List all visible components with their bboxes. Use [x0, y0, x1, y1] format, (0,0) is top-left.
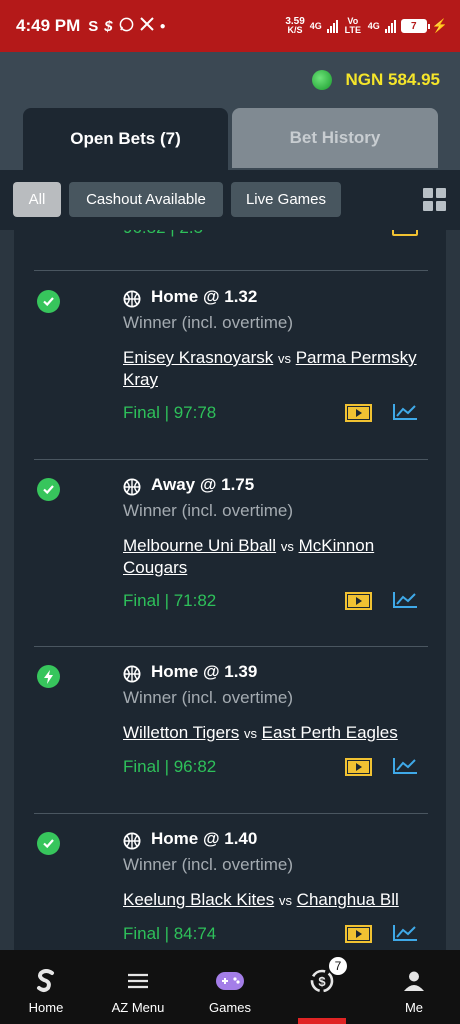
data-rate: 3.59 K/S [285, 16, 305, 35]
dot-icon: ● [159, 20, 166, 32]
nav-games-label: Games [209, 1000, 251, 1015]
basketball-icon [123, 665, 141, 683]
sporty-notification-icon: S [88, 17, 99, 35]
final-score: Final | 96:82 [123, 757, 217, 776]
sporty-logo-icon [36, 968, 56, 994]
bet-pick: Home @ 1.39 [151, 662, 258, 681]
nav-games[interactable]: Games [184, 950, 276, 1024]
bets-list[interactable]: 96:82 | 2.5 Home @ 1.32 Winner (incl. ov… [14, 230, 446, 950]
bet-market: Winner (incl. overtime) [123, 313, 294, 332]
stats-icon[interactable] [392, 757, 418, 775]
final-score: Final | 84:74 [123, 924, 217, 943]
home-team[interactable]: Willetton Tigers [123, 723, 239, 742]
balance-amount: NGN 584.95 [345, 70, 441, 89]
vs-label: vs [278, 893, 292, 908]
check-icon [37, 832, 60, 855]
partial-bet-row: 96:82 | 2.5 [14, 230, 446, 270]
system-indicators: 3.59 K/S 4G Vo LTE 4G 7 ⚡ [285, 17, 448, 35]
balance-icon [311, 70, 332, 90]
signal-icon-2 [384, 19, 396, 33]
app-header: NGN 584.95 Open Bets (7) Bet History [0, 52, 460, 170]
stats-icon[interactable] [392, 591, 418, 609]
battery-icon: 7 [400, 19, 430, 33]
filter-bar: All Cashout Available Live Games [0, 170, 460, 230]
bet-pick: Home @ 1.40 [151, 829, 258, 848]
bet-card[interactable]: Home @ 1.39 Winner (incl. overtime) Will… [14, 647, 446, 807]
bet-card[interactable]: Home @ 1.32 Winner (incl. overtime) Enis… [14, 272, 446, 432]
x-icon [139, 17, 154, 35]
away-team[interactable]: Changhua Bll [297, 890, 399, 909]
stats-icon[interactable] [392, 924, 418, 942]
final-score: Final | 97:78 [123, 403, 217, 422]
network-label-1: 4G [309, 21, 322, 31]
live-tv-icon[interactable] [345, 404, 372, 422]
nav-home[interactable]: Home [0, 950, 92, 1024]
partial-score: 96:82 | 2.5 [123, 230, 203, 238]
network-label-2: Vo LTE [344, 16, 361, 35]
charging-icon: ⚡ [431, 18, 448, 33]
bet-market: Winner (incl. overtime) [123, 688, 294, 707]
check-icon [37, 478, 60, 501]
balance[interactable]: NGN 584.95 [311, 70, 441, 90]
vs-label: vs [280, 539, 294, 554]
stats-icon[interactable] [392, 403, 418, 421]
final-score: Final | 71:82 [123, 591, 217, 610]
vs-label: vs [243, 726, 257, 741]
basketball-icon [123, 290, 141, 308]
basketball-icon [123, 478, 141, 496]
home-team[interactable]: Keelung Black Kites [123, 890, 274, 909]
svg-text:$: $ [318, 974, 326, 989]
away-team[interactable]: East Perth Eagles [262, 723, 398, 742]
nav-open-bets[interactable]: $ 7 [276, 950, 368, 1024]
nav-az-menu[interactable]: AZ Menu [92, 950, 184, 1024]
filter-all[interactable]: All [13, 182, 61, 217]
network-label-3: 4G [367, 21, 380, 31]
vs-label: vs [277, 351, 291, 366]
tab-bet-history[interactable]: Bet History [232, 108, 438, 168]
basketball-icon [123, 832, 141, 850]
home-team[interactable]: Enisey Krasnoyarsk [123, 348, 273, 367]
bet-card[interactable]: Away @ 1.75 Winner (incl. overtime) Melb… [14, 460, 446, 620]
user-icon [403, 968, 425, 994]
whatsapp-icon [119, 17, 134, 36]
bottom-nav: Home AZ Menu Games $ 7 Me [0, 950, 460, 1024]
signal-icon [326, 19, 338, 33]
nav-me[interactable]: Me [368, 950, 460, 1024]
nav-me-label: Me [404, 1000, 424, 1015]
filter-cashout-available[interactable]: Cashout Available [69, 182, 223, 217]
live-tv-icon[interactable] [345, 592, 372, 610]
menu-icon [127, 968, 149, 994]
divider [34, 270, 428, 271]
bet-pick: Home @ 1.32 [151, 287, 258, 306]
status-time: 4:49 PM [16, 16, 81, 35]
filter-live-games[interactable]: Live Games [231, 182, 341, 217]
nav-home-label: Home [28, 1000, 64, 1015]
gamepad-icon [215, 968, 245, 994]
status-bar: 4:49 PM S $ ● 3.59 K/S 4G Vo LTE 4G 7 ⚡ [0, 0, 460, 52]
bet-card[interactable]: Home @ 1.40 Winner (incl. overtime) Keel… [14, 814, 446, 950]
live-tv-icon[interactable] [345, 758, 372, 776]
notification-icons: S $ ● [88, 17, 166, 36]
bet-market: Winner (incl. overtime) [123, 501, 294, 520]
grid-view-icon[interactable] [423, 188, 446, 211]
partial-tv-icon [392, 230, 418, 236]
bet-market: Winner (incl. overtime) [123, 855, 294, 874]
nav-az-menu-label: AZ Menu [111, 1000, 165, 1015]
lightning-icon [37, 665, 60, 688]
match-link[interactable]: Enisey Krasnoyarsk vs Parma Permsky Kray [123, 347, 433, 390]
sporty-alt-notification-icon: $ [104, 17, 113, 35]
check-icon [37, 290, 60, 313]
bet-pick: Away @ 1.75 [151, 475, 255, 494]
match-link[interactable]: Keelung Black Kites vs Changhua Bll [123, 889, 433, 911]
live-tv-icon[interactable] [345, 925, 372, 943]
tab-open-bets[interactable]: Open Bets (7) [23, 108, 228, 170]
home-team[interactable]: Melbourne Uni Bball [123, 536, 276, 555]
open-bets-badge: 7 [328, 956, 348, 976]
match-link[interactable]: Melbourne Uni Bball vs McKinnon Cougars [123, 535, 433, 578]
match-link[interactable]: Willetton Tigers vs East Perth Eagles [123, 722, 433, 744]
